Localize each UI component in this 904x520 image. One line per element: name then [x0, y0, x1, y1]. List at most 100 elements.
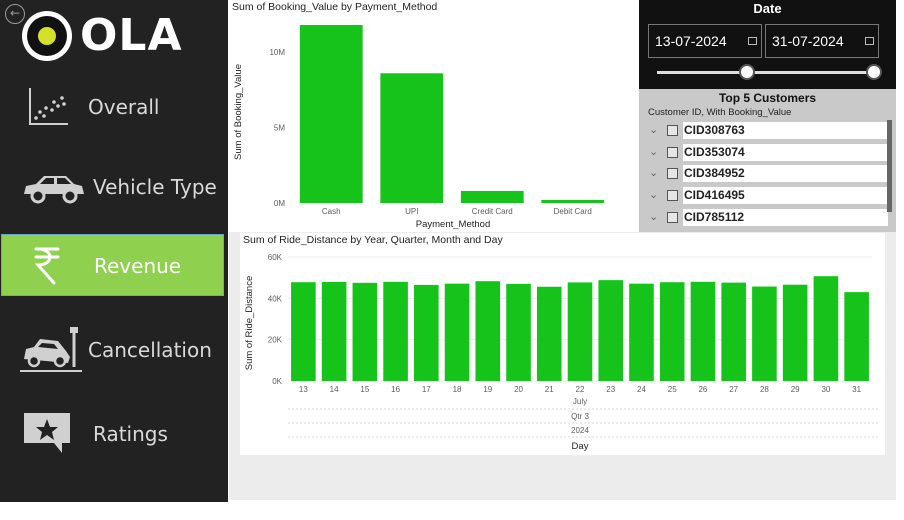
top-customers-subtitle: Customer ID, With Booking_Value — [648, 107, 792, 118]
x-tick-label: 26 — [698, 385, 707, 394]
customer-row[interactable]: ⌄ CID353074 — [647, 143, 888, 163]
x-tick-label: 21 — [545, 385, 554, 394]
x-tick-label: Debit Card — [554, 207, 592, 216]
y-tick-label: 20K — [268, 336, 283, 345]
bar[interactable] — [444, 283, 470, 381]
nav-label-vehicle-type: Vehicle Type — [93, 175, 217, 199]
chevron-down-icon[interactable]: ⌄ — [649, 210, 658, 223]
slider-end-handle[interactable] — [866, 64, 882, 80]
chevron-down-icon[interactable]: ⌄ — [649, 123, 658, 136]
customer-row[interactable]: ⌄ CID785112 — [647, 208, 888, 228]
bar[interactable] — [541, 199, 605, 203]
nav-item-vehicle-type[interactable]: Vehicle Type — [0, 156, 228, 218]
bar[interactable] — [475, 281, 501, 381]
bar[interactable] — [721, 282, 746, 381]
star-speech-bubble-icon — [24, 413, 70, 453]
x-tick-label: 24 — [637, 385, 646, 394]
nav-item-overall[interactable]: Overall — [0, 76, 228, 138]
x-tick-label: Credit Card — [472, 207, 513, 216]
x-tick-label: Cash — [322, 207, 341, 216]
x-tick-label: 19 — [483, 385, 492, 394]
logo-ring-icon — [22, 11, 72, 61]
y-tick-label: 40K — [268, 294, 283, 303]
calendar-icon[interactable] — [748, 37, 757, 45]
bar[interactable] — [659, 282, 685, 381]
start-date-value: 13-07-2024 — [655, 33, 727, 49]
chevron-down-icon[interactable]: ⌄ — [649, 166, 658, 179]
y-axis-label: Sum of Ride_Distance — [244, 276, 255, 371]
nav-item-revenue[interactable]: Revenue — [1, 234, 224, 296]
scrollbar[interactable] — [887, 120, 892, 212]
x-tick-label: 25 — [668, 385, 677, 394]
x-tick-label: 18 — [453, 385, 462, 394]
checkbox[interactable] — [667, 212, 678, 223]
dashboard-canvas: ← OLA Overall Vehicle Type Revenue Cance… — [0, 0, 904, 520]
booking-value-by-payment-chart[interactable]: Sum of Booking_Value by Payment_Method S… — [229, 0, 638, 232]
rupee-icon — [34, 247, 60, 285]
checkbox[interactable] — [667, 147, 678, 158]
ride-distance-by-day-chart[interactable]: Sum of Ride_Distance by Year, Quarter, M… — [240, 233, 885, 455]
bar[interactable] — [629, 283, 654, 381]
bar[interactable] — [690, 281, 716, 381]
nav-item-ratings[interactable]: Ratings — [0, 403, 228, 465]
sidebar: ← OLA Overall Vehicle Type Revenue Cance… — [0, 0, 228, 502]
calendar-icon[interactable] — [865, 37, 874, 45]
x-tick-label: 15 — [360, 385, 369, 394]
bar[interactable] — [291, 282, 316, 381]
year-label: 2024 — [571, 426, 589, 435]
date-title: Date — [753, 1, 782, 16]
y-tick-label: 60K — [268, 253, 283, 262]
y-tick-label: 5M — [274, 124, 285, 133]
bar[interactable] — [414, 284, 439, 381]
customer-id: CID416495 — [683, 187, 888, 204]
checkbox[interactable] — [667, 190, 678, 201]
bar[interactable] — [506, 283, 531, 381]
end-date-input[interactable]: 31-07-2024 — [765, 24, 879, 58]
slider-start-handle[interactable] — [739, 64, 755, 80]
customer-id: CID353074 — [683, 144, 888, 161]
customer-row[interactable]: ⌄ CID416495 — [647, 186, 888, 206]
x-tick-label: 13 — [299, 385, 308, 394]
bar[interactable] — [352, 282, 378, 381]
bar[interactable] — [383, 281, 408, 381]
ola-logo: OLA — [22, 8, 182, 64]
nav-label-ratings: Ratings — [93, 422, 168, 446]
scatter-chart-icon — [29, 88, 68, 125]
x-tick-label: 27 — [729, 385, 738, 394]
customer-id: CID384952 — [683, 165, 888, 182]
checkbox[interactable] — [667, 125, 678, 136]
y-tick-label: 0M — [274, 199, 285, 208]
nav-label-revenue: Revenue — [94, 254, 182, 278]
date-range-slider[interactable] — [657, 71, 875, 74]
checkbox[interactable] — [667, 168, 678, 179]
nav-label-overall: Overall — [88, 95, 160, 119]
bar[interactable] — [598, 280, 624, 381]
customer-id: CID785112 — [683, 209, 888, 226]
bar[interactable] — [380, 73, 444, 204]
customer-row[interactable]: ⌄ CID308763 — [647, 121, 888, 141]
y-axis-label: Sum of Booking_Value — [233, 64, 244, 160]
date-filter-panel: Date 13-07-2024 31-07-2024 — [639, 0, 896, 89]
x-tick-label: 28 — [760, 385, 769, 394]
customer-row[interactable]: ⌄ CID384952 — [647, 164, 888, 184]
bar[interactable] — [299, 25, 363, 204]
bar[interactable] — [567, 282, 593, 381]
bar[interactable] — [321, 282, 347, 381]
bar[interactable] — [536, 286, 562, 381]
x-tick-label: 31 — [852, 385, 861, 394]
chevron-down-icon[interactable]: ⌄ — [649, 145, 658, 158]
x-tick-label: 23 — [606, 385, 615, 394]
bar[interactable] — [782, 284, 808, 381]
bar[interactable] — [752, 286, 777, 381]
nav-item-cancellation[interactable]: Cancellation — [0, 319, 228, 381]
booking-value-chart-svg: Sum of Booking_Value Payment_Method 0M 5M… — [233, 25, 605, 230]
y-tick-label: 0K — [272, 377, 282, 386]
car-crash-icon — [20, 327, 82, 372]
y-tick-label: 10M — [269, 48, 285, 57]
bar[interactable] — [844, 292, 869, 381]
bar[interactable] — [460, 190, 524, 203]
nav-label-cancellation: Cancellation — [88, 338, 212, 362]
start-date-input[interactable]: 13-07-2024 — [648, 24, 762, 58]
chevron-down-icon[interactable]: ⌄ — [649, 188, 658, 201]
bar[interactable] — [813, 276, 839, 381]
